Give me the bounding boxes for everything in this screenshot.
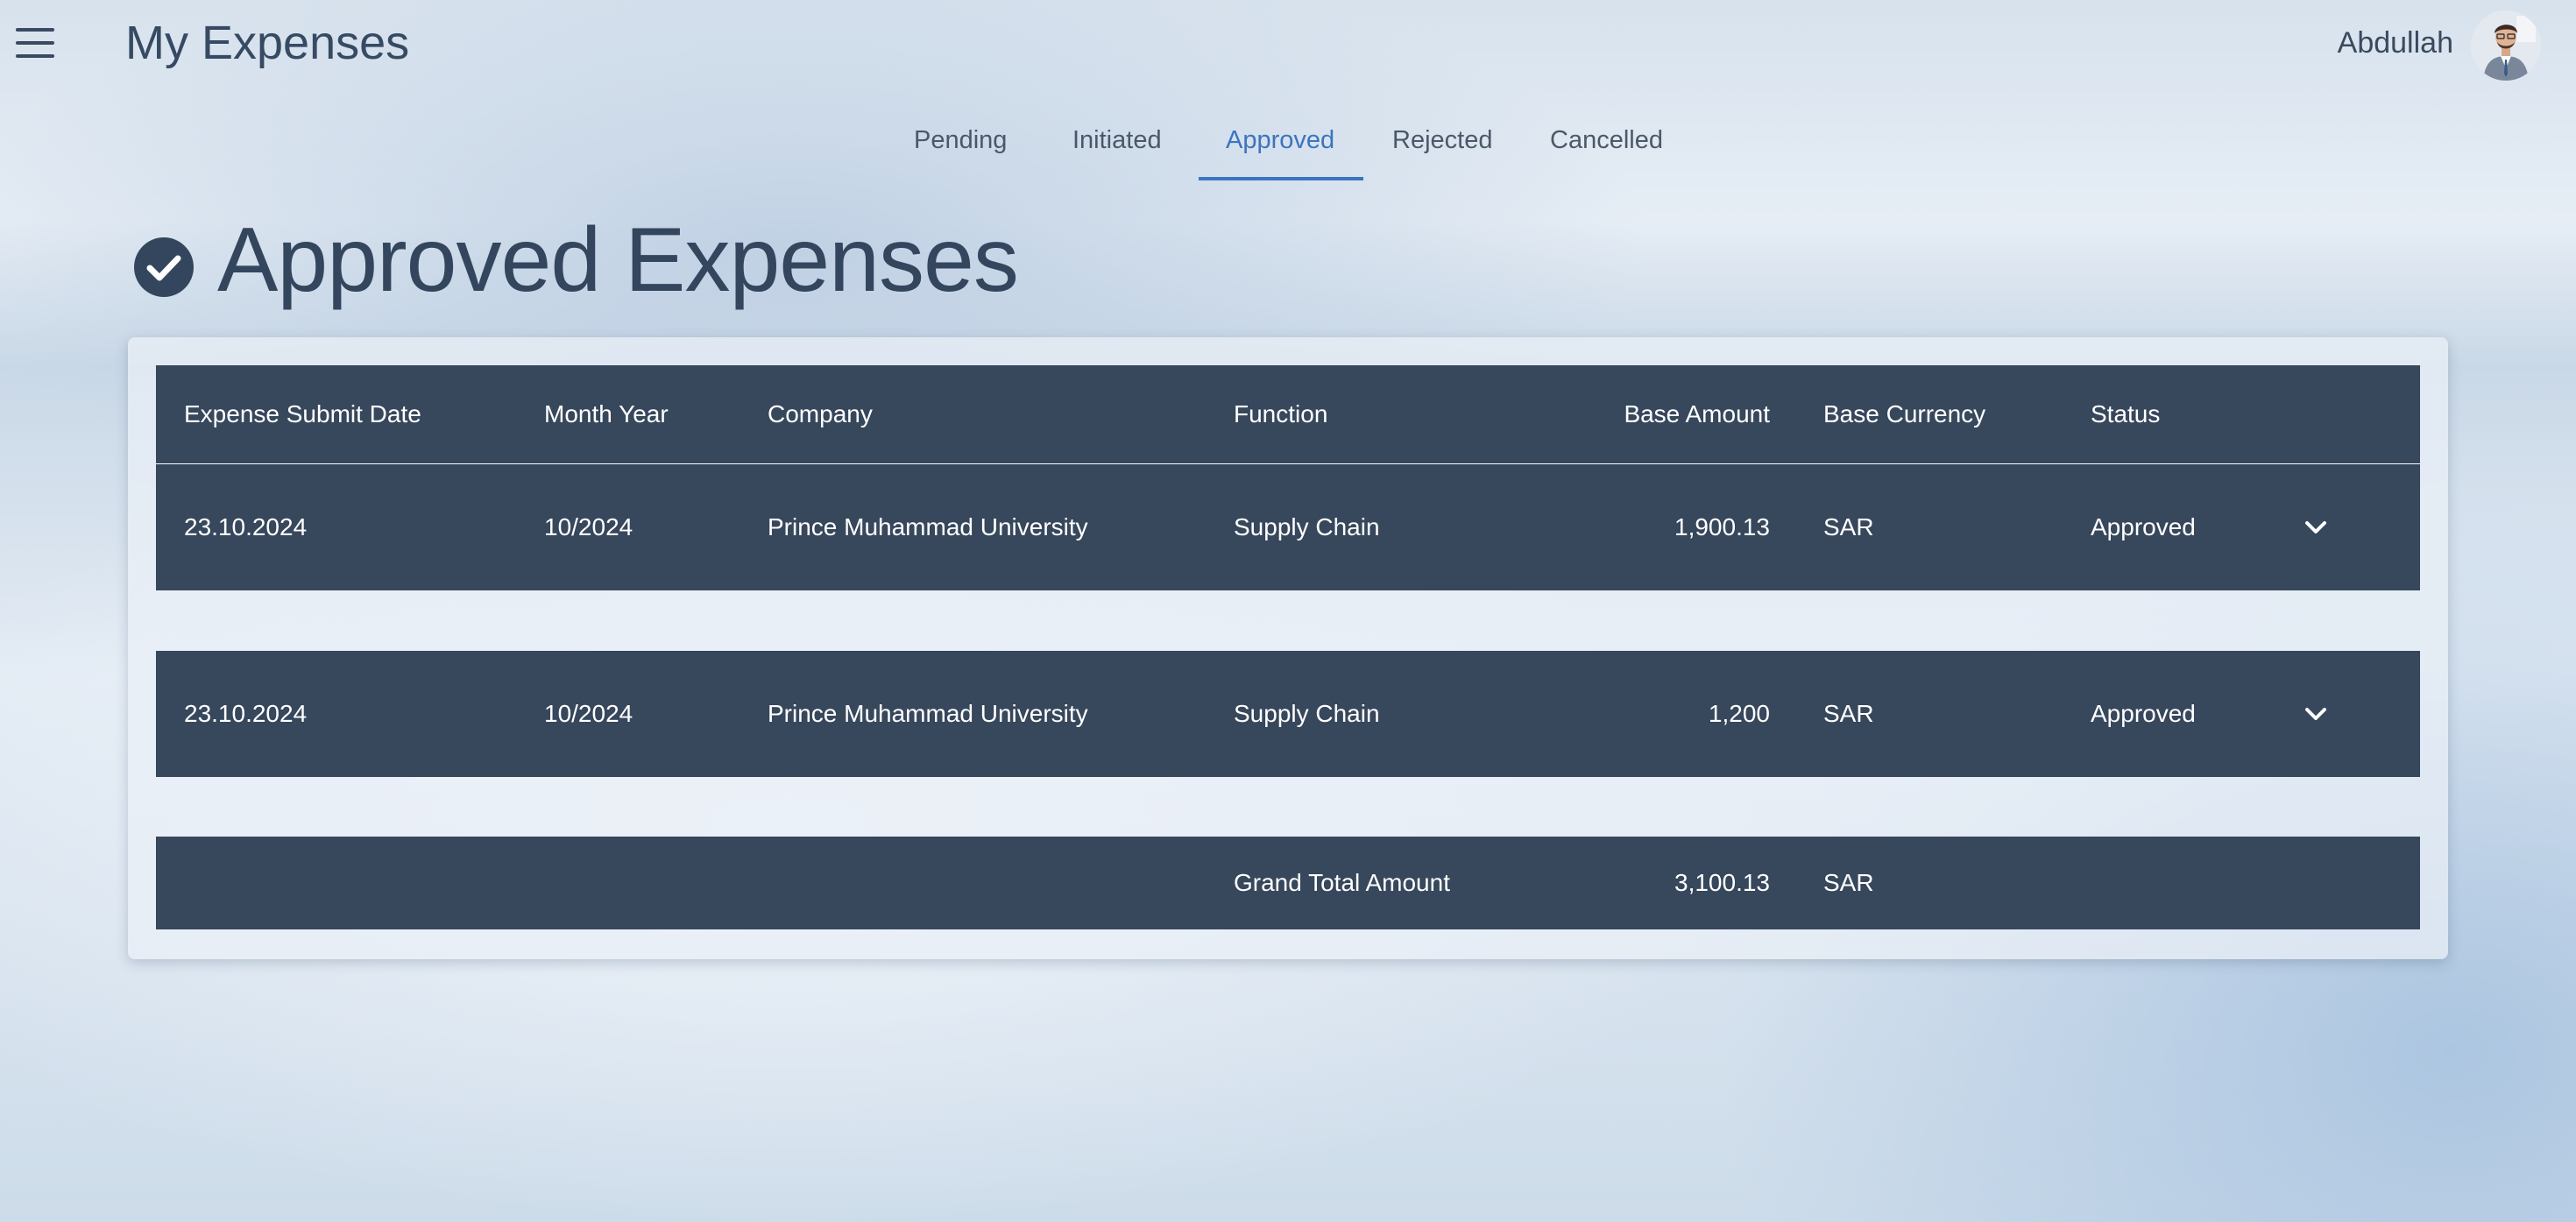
column-header-base-amount[interactable]: Base Amount — [1624, 400, 1770, 428]
column-header-submit-date[interactable]: Expense Submit Date — [184, 400, 421, 428]
check-circle-icon — [133, 237, 195, 298]
base-currency-cell: SAR — [1823, 513, 1874, 540]
base-amount-cell: 1,900.13 — [1674, 513, 1770, 540]
user-avatar[interactable] — [2471, 11, 2541, 81]
column-header-base-currency[interactable]: Base Currency — [1823, 400, 1985, 428]
expenses-card: Expense Submit Date Month Year Company F… — [128, 337, 2448, 959]
tab-pending[interactable]: Pending — [914, 126, 1007, 155]
table-row[interactable]: 23.10.2024 10/2024 Prince Muhammad Unive… — [156, 651, 2420, 777]
user-name[interactable]: Abdullah — [2338, 26, 2453, 60]
section-title: Approved Expenses — [217, 209, 1019, 311]
tab-bar: Pending Initiated Approved Rejected Canc… — [0, 114, 2576, 184]
table-header: Expense Submit Date Month Year Company F… — [156, 365, 2420, 465]
grand-total-currency: SAR — [1823, 869, 1874, 896]
grand-total-row: Grand Total Amount 3,100.13 SAR — [156, 837, 2420, 929]
function-cell: Supply Chain — [1234, 513, 1380, 540]
column-header-status[interactable]: Status — [2091, 400, 2160, 428]
column-header-month-year[interactable]: Month Year — [544, 400, 669, 428]
grand-total-label: Grand Total Amount — [1234, 869, 1450, 896]
tab-cancelled[interactable]: Cancelled — [1550, 126, 1663, 155]
tab-approved[interactable]: Approved — [1226, 126, 1334, 155]
base-amount-cell: 1,200 — [1708, 700, 1770, 727]
table-row[interactable]: 23.10.2024 10/2024 Prince Muhammad Unive… — [156, 464, 2420, 590]
tab-rejected[interactable]: Rejected — [1392, 126, 1492, 155]
submit-date-cell: 23.10.2024 — [184, 700, 308, 727]
column-header-function[interactable]: Function — [1234, 400, 1327, 428]
status-cell: Approved — [2091, 513, 2196, 540]
function-cell: Supply Chain — [1234, 700, 1380, 727]
active-tab-indicator — [1199, 177, 1363, 180]
base-currency-cell: SAR — [1823, 700, 1874, 727]
column-header-company[interactable]: Company — [768, 400, 873, 428]
submit-date-cell: 23.10.2024 — [184, 513, 308, 540]
month-year-cell: 10/2024 — [544, 700, 633, 727]
status-cell: Approved — [2091, 700, 2196, 727]
tab-initiated[interactable]: Initiated — [1072, 126, 1162, 155]
company-cell: Prince Muhammad University — [768, 513, 1088, 540]
company-cell: Prince Muhammad University — [768, 700, 1088, 727]
chevron-down-icon[interactable] — [2301, 512, 2331, 542]
chevron-down-icon[interactable] — [2301, 699, 2331, 729]
month-year-cell: 10/2024 — [544, 513, 633, 540]
grand-total-amount: 3,100.13 — [1674, 869, 1770, 896]
app-title: My Expenses — [125, 17, 410, 69]
hamburger-menu-icon[interactable] — [16, 28, 54, 58]
